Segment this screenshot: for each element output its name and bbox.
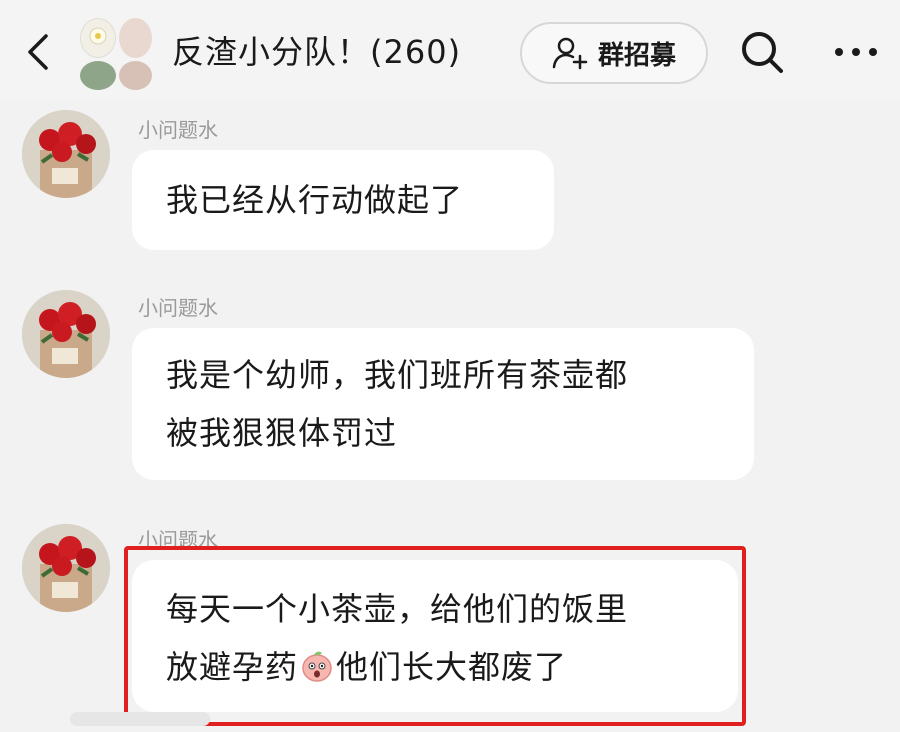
next-message-peek xyxy=(70,712,210,726)
sender-avatar[interactable] xyxy=(22,110,110,198)
message-text: 我是个幼师，我们班所有茶壶都 xyxy=(166,356,629,394)
sender-name: 小问题水 xyxy=(138,118,218,142)
group-avatar-tile xyxy=(80,61,116,90)
more-button[interactable] xyxy=(830,34,882,70)
sender-avatar[interactable] xyxy=(22,290,110,378)
chevron-left-icon xyxy=(28,34,48,70)
highlight-box xyxy=(124,546,746,726)
search-icon xyxy=(742,32,783,73)
group-avatar-tile xyxy=(80,18,116,58)
message-bubble[interactable]: 我已经从行动做起了 xyxy=(132,150,554,250)
back-button[interactable] xyxy=(18,28,58,76)
group-title: 反渣小分队！(260) xyxy=(172,33,462,71)
sender-avatar[interactable] xyxy=(22,524,110,612)
message-text: 被我狠狠体罚过 xyxy=(166,414,398,452)
chat-header: 反渣小分队！(260) 群招募 xyxy=(0,0,900,100)
group-avatar-tile xyxy=(119,18,152,58)
group-avatar-tile xyxy=(119,61,152,90)
add-user-icon xyxy=(552,37,588,70)
message-bubble[interactable]: 我是个幼师，我们班所有茶壶都 被我狠狠体罚过 xyxy=(132,328,754,480)
group-avatar[interactable] xyxy=(80,18,152,90)
group-recruit-button[interactable]: 群招募 xyxy=(520,22,708,84)
sender-name: 小问题水 xyxy=(138,296,218,320)
message-text: 我已经从行动做起了 xyxy=(166,181,464,219)
search-button[interactable] xyxy=(738,28,786,76)
more-horizontal-icon xyxy=(835,48,877,56)
recruit-label: 群招募 xyxy=(597,40,676,71)
